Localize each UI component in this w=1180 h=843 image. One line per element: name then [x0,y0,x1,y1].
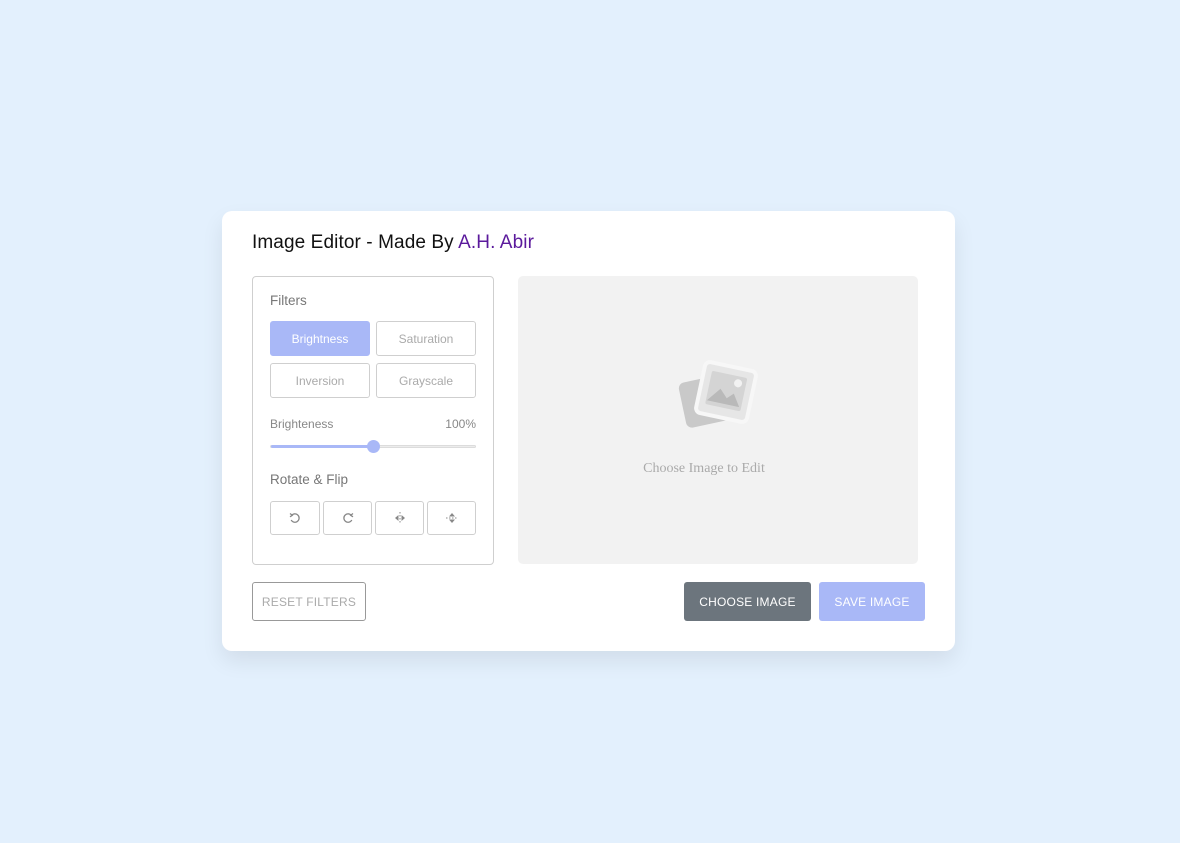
image-preview-area: Choose Image to Edit [518,276,918,564]
rotate-right-icon [342,512,353,523]
slider-label: Brighteness [270,417,334,431]
title-prefix: Image Editor - Made By [252,232,459,253]
filter-grayscale-button[interactable]: Grayscale [376,363,476,398]
filter-inversion-button[interactable]: Inversion [270,363,370,398]
title-author: A.H. Abir [458,232,534,253]
rotate-right-button[interactable] [323,501,372,535]
filters-title: Filters [270,293,307,308]
flip-horizontal-icon [394,512,405,524]
rotate-left-icon [289,512,300,523]
slider-info: Brighteness 100% [270,417,476,431]
editor-panel: Filters Brightness Saturation Inversion … [252,276,494,565]
rotate-left-button[interactable] [270,501,320,535]
save-image-button[interactable]: Save Image [819,582,925,621]
preview-placeholder-text: Choose Image to Edit [643,461,765,476]
flip-vertical-icon [445,513,458,523]
flip-horizontal-button[interactable] [375,501,424,535]
filter-brightness-button[interactable]: Brightness [270,321,370,356]
editor-card: Image Editor - Made By A.H. Abir Filters… [222,211,955,651]
rotate-flip-title: Rotate & Flip [270,472,349,487]
brightness-slider[interactable] [270,440,476,453]
slider-fill [271,445,373,448]
slider-value: 100% [445,417,476,431]
flip-vertical-button[interactable] [427,501,476,535]
slider-thumb[interactable] [367,440,380,453]
page-title: Image Editor - Made By A.H. Abir [252,232,534,254]
choose-image-button[interactable]: Choose Image [684,582,811,621]
reset-filters-button[interactable]: Reset Filters [252,582,366,621]
filter-saturation-button[interactable]: Saturation [376,321,476,356]
image-placeholder-icon [678,360,758,428]
